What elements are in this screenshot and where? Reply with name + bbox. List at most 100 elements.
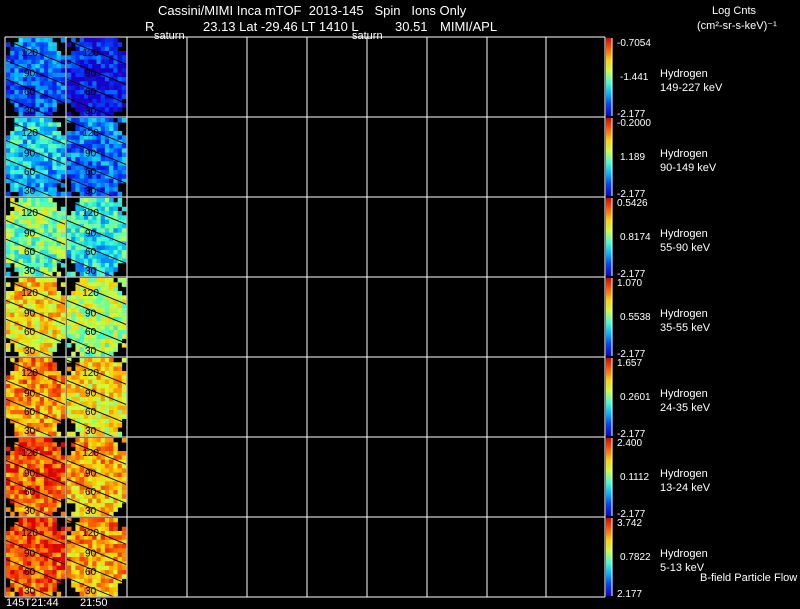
contour-label: 30 bbox=[24, 266, 36, 277]
contour-label: 120 bbox=[21, 208, 38, 219]
contour-label: 120 bbox=[21, 288, 38, 299]
time-label-end: 21:50 bbox=[80, 597, 108, 609]
contour-label: 60 bbox=[24, 167, 36, 178]
contour-label: 60 bbox=[85, 487, 97, 498]
panel-species-label: Hydrogen bbox=[660, 388, 708, 400]
contour-label: 60 bbox=[24, 487, 36, 498]
colorbar-2 bbox=[606, 198, 612, 276]
contour-label: 90 bbox=[85, 388, 97, 399]
contour-label: 30 bbox=[85, 266, 97, 277]
spin-image-4-1: 120 90 60 30 bbox=[66, 358, 127, 443]
contour-label: 30 bbox=[85, 106, 97, 117]
colorbar-6 bbox=[606, 518, 612, 596]
contour-label: 30 bbox=[24, 426, 36, 437]
flow-note: B-field Particle Flow bbox=[700, 572, 798, 584]
contour-label: 60 bbox=[24, 327, 36, 338]
spin-image-5-1: 120 90 60 30 bbox=[66, 438, 127, 523]
contour-label: 30 bbox=[24, 506, 36, 517]
contour-label: 30 bbox=[24, 346, 36, 357]
colorbar-5 bbox=[606, 438, 612, 516]
colorbar-3 bbox=[606, 278, 612, 356]
panel-species-label: Hydrogen bbox=[660, 148, 708, 160]
colorbar-max-label: 2.400 bbox=[617, 438, 642, 449]
contour-label: 60 bbox=[85, 567, 97, 578]
colorbar-max-label: 3.742 bbox=[617, 518, 642, 529]
spin-image-plot: 120906030120906030-0.7054-1.441-2.177Hyd… bbox=[4, 36, 723, 603]
contour-label: 120 bbox=[21, 128, 38, 139]
contour-label: 60 bbox=[24, 247, 36, 258]
colorbar-max-label: -0.7054 bbox=[617, 38, 651, 49]
contour-label: 90 bbox=[85, 148, 97, 159]
contour-label: 120 bbox=[21, 368, 38, 379]
panel-energy-label: 13-24 keV bbox=[660, 482, 711, 494]
panel-energy-label: 5-13 keV bbox=[660, 562, 705, 574]
spin-image-0-1: 120 90 60 30 bbox=[66, 38, 127, 123]
contour-label: 120 bbox=[82, 448, 99, 459]
contour-label: 30 bbox=[24, 186, 36, 197]
contour-label: 60 bbox=[85, 407, 97, 418]
contour-label: 120 bbox=[82, 288, 99, 299]
colorbar-1 bbox=[606, 118, 612, 196]
colorbar-4 bbox=[606, 358, 612, 436]
spin-image-2-1: 120 90 60 30 bbox=[66, 198, 127, 283]
contour-label: 90 bbox=[85, 468, 97, 479]
contour-label: 30 bbox=[85, 186, 97, 197]
contour-label: 90 bbox=[24, 388, 36, 399]
spin-image-6-0: 120 90 60 30 bbox=[5, 518, 66, 603]
colorbar-min-label: 2.177 bbox=[617, 589, 642, 600]
colorbar-max-label: 1.070 bbox=[617, 278, 642, 289]
contour-label: 30 bbox=[85, 586, 97, 597]
contour-label: 90 bbox=[85, 548, 97, 559]
contour-label: 60 bbox=[85, 247, 97, 258]
contour-label: 120 bbox=[82, 368, 99, 379]
colorbar-mid-label: 0.8174 bbox=[620, 232, 651, 243]
spin-image-1-0: 120 90 60 30 bbox=[5, 118, 66, 203]
contour-label: 60 bbox=[85, 167, 97, 178]
contour-label: 120 bbox=[82, 48, 99, 59]
colorbar-mid-label: 0.1112 bbox=[620, 472, 650, 483]
contour-label: 90 bbox=[24, 468, 36, 479]
contour-label: 60 bbox=[24, 87, 36, 98]
contour-label: 30 bbox=[85, 506, 97, 517]
panel-energy-label: 55-90 keV bbox=[660, 242, 711, 254]
colorbar-max-label: 1.657 bbox=[617, 358, 642, 369]
spin-image-1-1: 120 90 60 30 bbox=[66, 118, 127, 203]
spin-image-3-0: 120 90 60 30 bbox=[5, 278, 66, 363]
contour-label: 60 bbox=[24, 567, 36, 578]
colorbar-mid-label: 1.189 bbox=[620, 152, 645, 163]
colorbar-max-label: -0.2000 bbox=[617, 118, 651, 129]
contour-label: 90 bbox=[24, 228, 36, 239]
colorbar-0 bbox=[606, 38, 612, 116]
contour-label: 120 bbox=[82, 208, 99, 219]
panel-energy-label: 24-35 keV bbox=[660, 402, 711, 414]
contour-label: 90 bbox=[85, 228, 97, 239]
contour-label: 30 bbox=[24, 586, 36, 597]
contour-label: 120 bbox=[21, 528, 38, 539]
contour-label: 90 bbox=[24, 308, 36, 319]
panel-species-label: Hydrogen bbox=[660, 548, 708, 560]
contour-label: 120 bbox=[21, 448, 38, 459]
spin-image-6-1: 120 90 60 30 bbox=[66, 518, 127, 603]
contour-label: 30 bbox=[24, 106, 36, 117]
time-label-start: 145T21:44 bbox=[6, 597, 59, 609]
spin-image-5-0: 120 90 60 30 bbox=[5, 438, 66, 523]
contour-label: 90 bbox=[24, 68, 36, 79]
panel-species-label: Hydrogen bbox=[660, 468, 708, 480]
contour-label: 30 bbox=[85, 426, 97, 437]
contour-label: 90 bbox=[85, 308, 97, 319]
panel-energy-label: 90-149 keV bbox=[660, 162, 717, 174]
panel-species-label: Hydrogen bbox=[660, 68, 708, 80]
contour-label: 60 bbox=[85, 87, 97, 98]
spin-image-3-1: 120 90 60 30 bbox=[66, 278, 127, 363]
contour-label: 90 bbox=[24, 148, 36, 159]
colorbar-mid-label: 0.5538 bbox=[620, 312, 651, 323]
contour-label: 90 bbox=[85, 68, 97, 79]
contour-label: 60 bbox=[24, 407, 36, 418]
colorbar-mid-label: 0.2601 bbox=[620, 392, 651, 403]
spin-image-2-0: 120 90 60 30 bbox=[5, 198, 66, 283]
contour-label: 30 bbox=[85, 346, 97, 357]
spin-image-0-0: 120 90 60 30 bbox=[5, 38, 66, 123]
contour-label: 90 bbox=[24, 548, 36, 559]
panel-species-label: Hydrogen bbox=[660, 308, 708, 320]
colorbar-mid-label: 0.7822 bbox=[620, 552, 651, 563]
